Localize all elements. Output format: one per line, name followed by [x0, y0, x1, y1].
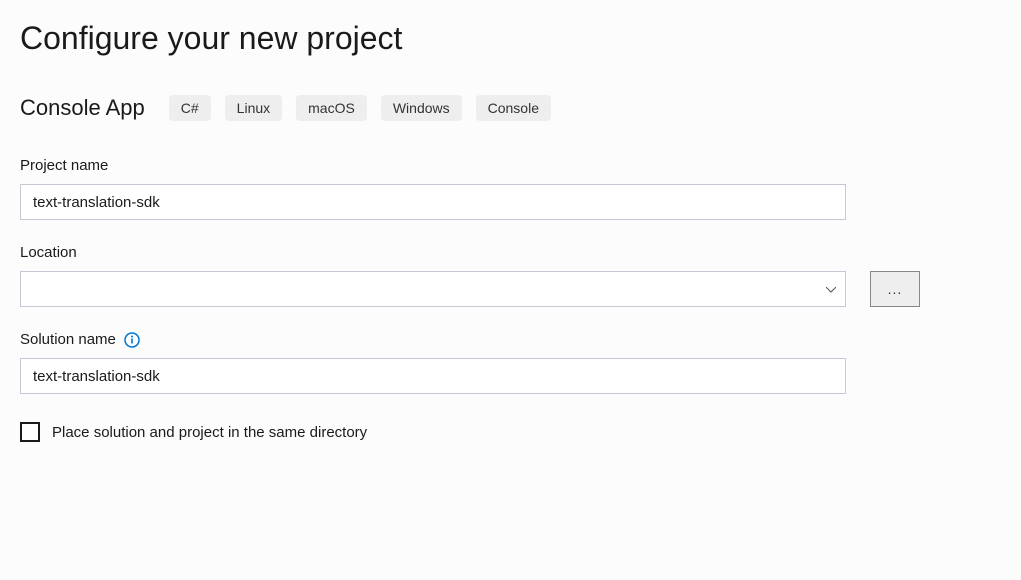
same-directory-row: Place solution and project in the same d…	[20, 422, 1001, 442]
template-header: Console App C# Linux macOS Windows Conso…	[20, 95, 1001, 121]
same-directory-checkbox[interactable]	[20, 422, 40, 442]
template-tag: Windows	[381, 95, 462, 121]
template-tag: C#	[169, 95, 211, 121]
page-title: Configure your new project	[20, 20, 1001, 57]
same-directory-label[interactable]: Place solution and project in the same d…	[52, 424, 367, 441]
template-tag: macOS	[296, 95, 367, 121]
info-icon[interactable]	[124, 332, 140, 348]
location-group: Location ...	[20, 244, 1001, 307]
location-combo[interactable]	[20, 271, 846, 307]
project-name-group: Project name	[20, 157, 1001, 220]
solution-name-label: Solution name	[20, 331, 116, 348]
project-name-input[interactable]	[20, 184, 846, 220]
template-tag: Console	[476, 95, 551, 121]
template-name: Console App	[20, 95, 145, 121]
location-label: Location	[20, 244, 1001, 261]
location-input[interactable]	[20, 271, 846, 307]
solution-name-group: Solution name	[20, 331, 1001, 394]
solution-name-input[interactable]	[20, 358, 846, 394]
template-tag: Linux	[225, 95, 282, 121]
project-name-label: Project name	[20, 157, 1001, 174]
browse-button[interactable]: ...	[870, 271, 920, 307]
